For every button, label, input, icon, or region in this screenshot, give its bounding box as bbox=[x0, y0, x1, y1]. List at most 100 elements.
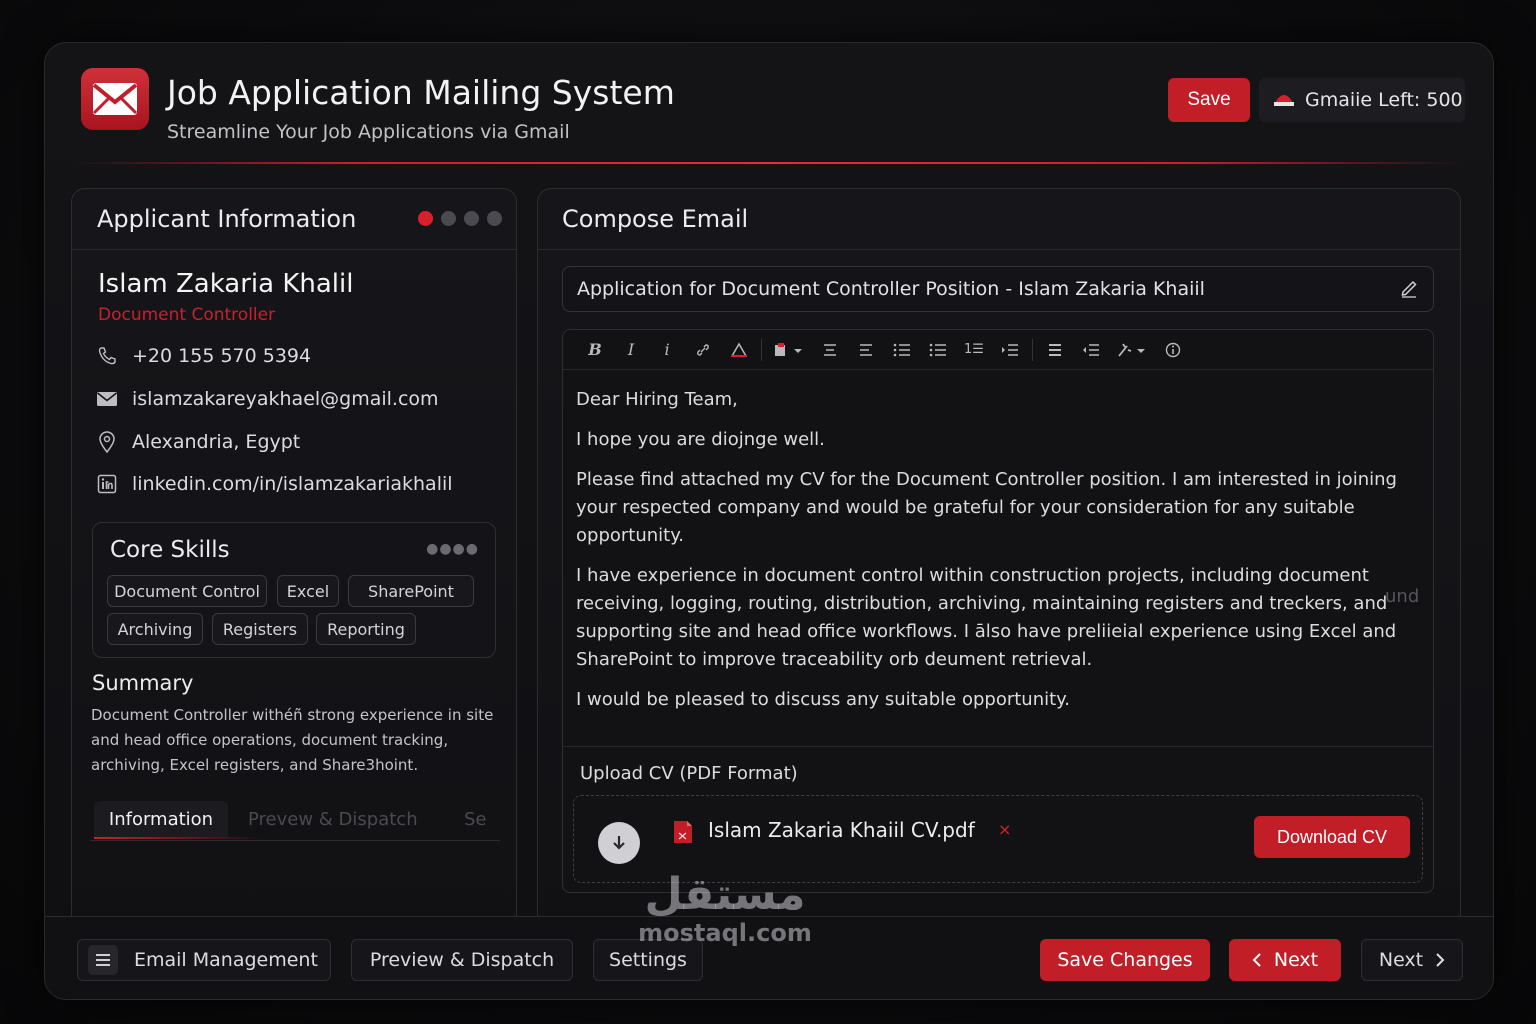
faded-overflow-text: und bbox=[1385, 586, 1420, 607]
phone-icon bbox=[96, 345, 118, 367]
panel-divider bbox=[72, 249, 516, 250]
upload-label: Upload CV (PDF Format) bbox=[580, 763, 798, 784]
gmail-quota-badge: Gmaiie Left: 500 bbox=[1259, 78, 1465, 122]
compose-panel: Compose Email Application for Document C… bbox=[537, 188, 1461, 948]
skill-chip[interactable]: Registers bbox=[212, 613, 308, 645]
step-dot[interactable] bbox=[418, 211, 433, 226]
app-title: Job Application Mailing System bbox=[167, 73, 675, 112]
location-text: Alexandria, Egypt bbox=[132, 431, 301, 453]
pdf-file-icon bbox=[672, 820, 694, 844]
contact-location: Alexandria, Egypt bbox=[96, 431, 300, 453]
bullet-list-alt-icon[interactable] bbox=[920, 335, 956, 365]
download-cv-button[interactable]: Download CV bbox=[1254, 816, 1410, 858]
skill-chip[interactable]: Reporting bbox=[316, 613, 416, 645]
formatting-toolbar: B I i 1☰ bbox=[563, 330, 1433, 370]
app-window: Job Application Mailing System Streamlin… bbox=[44, 42, 1494, 1000]
core-skills-card: Core Skills ●●●● Document Control Excel … bbox=[92, 522, 496, 658]
toolbar-separator bbox=[761, 338, 762, 361]
applicant-role: Document Controller bbox=[98, 305, 276, 325]
envelope-icon bbox=[96, 388, 118, 410]
phone-text: +20 155 570 5394 bbox=[132, 345, 312, 367]
contact-email: islamzakareyakhael@gmail.com bbox=[96, 388, 439, 410]
skill-chip[interactable]: Document Control bbox=[107, 575, 267, 607]
skills-title: Core Skills bbox=[110, 537, 230, 563]
italic-small-icon[interactable]: i bbox=[649, 335, 685, 365]
subject-input[interactable]: Application for Document Controller Posi… bbox=[562, 266, 1434, 312]
body-greeting: Dear Hiring Team, bbox=[576, 389, 738, 410]
email-text: islamzakareyakhael@gmail.com bbox=[132, 388, 439, 410]
header-divider bbox=[75, 162, 1463, 164]
drag-handle-icon[interactable]: ●●●● bbox=[426, 541, 479, 557]
next-button[interactable]: Next bbox=[1361, 939, 1463, 981]
outdent-icon[interactable] bbox=[1073, 335, 1109, 365]
applicant-panel: Applicant Information Islam Zakaria Khal… bbox=[71, 188, 517, 948]
panel-divider bbox=[538, 249, 1460, 250]
indent-icon[interactable] bbox=[992, 335, 1028, 365]
align-left-icon[interactable] bbox=[848, 335, 884, 365]
linkedin-link[interactable]: linkedin.com/in/islamzakariakhalil bbox=[132, 473, 453, 495]
justify-icon[interactable] bbox=[1037, 335, 1073, 365]
contact-phone: +20 155 570 5394 bbox=[96, 345, 311, 367]
step-dot[interactable] bbox=[464, 211, 479, 226]
summary-text: Document Controller withéñ strong experi… bbox=[91, 706, 494, 774]
step-dot[interactable] bbox=[441, 211, 456, 226]
preview-dispatch-button[interactable]: Preview & Dispatch bbox=[351, 939, 573, 981]
applicant-panel-title: Applicant Information bbox=[97, 205, 357, 233]
back-next-label: Next bbox=[1273, 949, 1319, 971]
tab-preview-dispatch[interactable]: Prevew & Dispatch bbox=[248, 801, 418, 837]
numbered-list-icon[interactable]: 1☰ bbox=[956, 335, 992, 365]
bold-icon[interactable]: B bbox=[577, 335, 613, 365]
cv-file-name: Islam Zakaria Khaiil CV.pdf bbox=[708, 818, 975, 842]
edit-pencil-icon[interactable] bbox=[1399, 278, 1419, 303]
compose-panel-title: Compose Email bbox=[562, 205, 749, 233]
align-center-icon[interactable] bbox=[812, 335, 848, 365]
save-changes-button[interactable]: Save Changes bbox=[1040, 939, 1210, 981]
gmail-quota-count: 500 bbox=[1426, 89, 1463, 111]
body-paragraph: I hope you are diojnge well. bbox=[576, 429, 825, 450]
linkedin-icon bbox=[96, 473, 118, 495]
app-subtitle: Streamline Your Job Applications via Gma… bbox=[167, 121, 570, 143]
email-body[interactable]: Dear Hiring Team, I hope you are diojnge… bbox=[576, 386, 1416, 726]
contact-linkedin: linkedin.com/in/islamzakariakhalil bbox=[96, 473, 453, 495]
toolbar-separator bbox=[1032, 338, 1033, 361]
location-pin-icon bbox=[96, 431, 118, 453]
skill-chip[interactable]: Excel bbox=[277, 575, 339, 607]
download-arrow-icon[interactable] bbox=[598, 822, 640, 864]
app-header: Job Application Mailing System Streamlin… bbox=[45, 43, 1493, 164]
tab-settings[interactable]: Se bbox=[464, 801, 487, 837]
chevron-right-icon bbox=[1436, 953, 1445, 967]
email-management-label: Email Management bbox=[134, 949, 318, 971]
subject-text: Application for Document Controller Posi… bbox=[577, 278, 1205, 300]
active-tab-underline bbox=[94, 837, 264, 839]
bullet-list-icon[interactable] bbox=[884, 335, 920, 365]
fill-color-dropdown-icon[interactable] bbox=[766, 335, 812, 365]
step-indicator bbox=[418, 211, 502, 226]
italic-icon[interactable]: I bbox=[613, 335, 649, 365]
body-paragraph: I have experience in document control wi… bbox=[576, 565, 1397, 670]
settings-button[interactable]: Settings bbox=[593, 939, 703, 981]
back-next-button[interactable]: Next bbox=[1229, 939, 1341, 981]
tab-information[interactable]: Information bbox=[94, 801, 228, 837]
text-color-icon[interactable] bbox=[721, 335, 757, 365]
info-icon[interactable] bbox=[1155, 335, 1191, 365]
magic-format-dropdown-icon[interactable] bbox=[1109, 335, 1155, 365]
next-label: Next bbox=[1378, 949, 1424, 971]
link-icon[interactable] bbox=[685, 335, 721, 365]
body-paragraph: Please find attached my CV for the Docum… bbox=[576, 469, 1397, 546]
applicant-name: Islam Zakaria Khalil bbox=[98, 269, 354, 299]
menu-icon bbox=[88, 945, 118, 975]
mail-logo-icon bbox=[81, 68, 149, 130]
save-button[interactable]: Save bbox=[1168, 78, 1250, 122]
skill-chip[interactable]: Archiving bbox=[107, 613, 203, 645]
chevron-left-icon bbox=[1252, 953, 1261, 967]
cv-upload-section: Upload CV (PDF Format) Islam Zakaria Kha… bbox=[563, 746, 1433, 894]
email-editor[interactable]: B I i 1☰ Dear Hiring Team, I hope you ar… bbox=[562, 329, 1434, 893]
body-closing: I would be pleased to discuss any suitab… bbox=[576, 689, 1070, 710]
footer-bar: Email Management Preview & Dispatch Sett… bbox=[45, 916, 1493, 999]
cv-dropzone[interactable]: Islam Zakaria Khaiil CV.pdf × Download C… bbox=[573, 795, 1423, 883]
skill-chip[interactable]: SharePoint bbox=[348, 575, 474, 607]
email-management-button[interactable]: Email Management bbox=[77, 939, 331, 981]
gmail-quota-label: Gmaiie Left: bbox=[1305, 89, 1421, 111]
remove-file-icon[interactable]: × bbox=[998, 820, 1011, 839]
step-dot[interactable] bbox=[487, 211, 502, 226]
